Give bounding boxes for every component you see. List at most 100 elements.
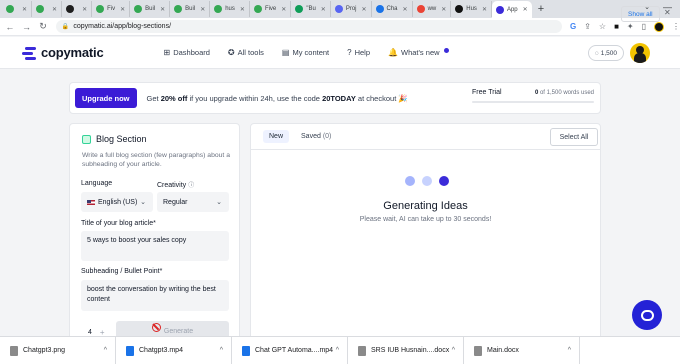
chat-icon — [640, 309, 654, 321]
creativity-value: Regular — [163, 198, 188, 206]
download-item[interactable]: Chat GPT Automa....mp4 ^ — [232, 336, 348, 364]
tab-close-icon[interactable]: ✕ — [52, 6, 57, 13]
creativity-select[interactable]: Regular ⌄ — [157, 192, 229, 212]
article-title-input[interactable]: 5 ways to boost your sales copy — [81, 231, 229, 261]
browser-tab[interactable]: ww ✕ — [413, 1, 452, 17]
chevron-up-icon[interactable]: ^ — [104, 347, 107, 354]
profile-avatar[interactable] — [654, 21, 665, 32]
reload-icon[interactable]: ↻ — [36, 21, 50, 32]
nav-whats-new[interactable]: 🔔 What's new — [388, 48, 449, 57]
subheading-label: Subheading / Bullet Point* — [81, 268, 163, 275]
browser-tab[interactable]: Proj ✕ — [331, 1, 372, 17]
bookmark-star-icon[interactable]: ☆ — [599, 22, 606, 31]
tab-close-icon[interactable]: ✕ — [361, 6, 366, 13]
language-select[interactable]: English (US) ⌄ — [81, 192, 153, 212]
browser-tab[interactable]: Hus ✕ — [451, 1, 492, 17]
browser-tab[interactable]: Buil ✕ — [130, 1, 171, 17]
browser-tab[interactable]: "Bu ✕ — [291, 1, 331, 17]
copymatic-logo[interactable]: copymatic — [22, 45, 104, 60]
nav-dashboard[interactable]: ⊞ Dashboard — [164, 48, 210, 57]
browser-tab[interactable]: Fiv ✕ — [92, 1, 131, 17]
nav-all-tools[interactable]: ✪ All tools — [228, 48, 264, 57]
tab-favicon-icon — [253, 5, 262, 13]
share-icon[interactable]: ⇪ — [584, 22, 591, 31]
app-header: copymatic ⊞ Dashboard ✪ All tools ▤ My c… — [0, 37, 680, 69]
tab-close-icon[interactable]: ✕ — [281, 6, 286, 13]
chevron-up-icon[interactable]: ^ — [452, 347, 455, 354]
tab-close-icon[interactable]: ✕ — [482, 6, 487, 13]
upgrade-now-button[interactable]: Upgrade now — [75, 88, 137, 108]
promo-text: Get 20% off if you upgrade within 24h, u… — [147, 94, 408, 103]
new-tab-button[interactable]: + — [532, 3, 550, 15]
download-item[interactable]: Main.docx ^ — [464, 336, 580, 364]
nav-help-label: Help — [354, 48, 371, 57]
tab-close-icon[interactable]: ✕ — [523, 6, 528, 13]
download-filename: Chatgpt3.png — [23, 347, 66, 354]
google-icon[interactable]: G — [570, 22, 576, 31]
tab-close-icon[interactable]: ✕ — [82, 6, 87, 13]
show-all-button[interactable]: Show all — [621, 6, 660, 22]
promo-banner: Upgrade now Get 20% off if you upgrade w… — [69, 82, 601, 114]
info-icon[interactable]: ⓘ — [188, 183, 194, 189]
browser-tab[interactable]: hus ✕ — [210, 1, 250, 17]
tab-label: ww — [427, 6, 437, 12]
chevron-up-icon[interactable]: ^ — [220, 347, 223, 354]
browser-tab[interactable]: Cha ✕ — [372, 1, 413, 17]
browser-tab[interactable]: ✕ — [2, 1, 33, 17]
chevron-up-icon[interactable]: ^ — [336, 347, 339, 354]
chevron-down-icon: ⌄ — [140, 199, 146, 206]
tab-close-icon[interactable]: ✕ — [200, 6, 205, 13]
url-input[interactable]: 🔒 copymatic.ai/app/blog-sections/ — [55, 20, 562, 33]
user-avatar[interactable] — [630, 43, 650, 63]
tab-favicon-icon — [295, 5, 304, 13]
grid-icon: ⊞ — [163, 48, 171, 57]
nav-help[interactable]: ? Help — [347, 48, 370, 57]
tab-favicon-icon — [174, 5, 183, 13]
nav-my-content[interactable]: ▤ My content — [282, 48, 329, 57]
forward-icon[interactable]: → — [20, 22, 34, 32]
tab-close-icon[interactable]: ✕ — [321, 6, 326, 13]
credits-value: 1,500 — [600, 49, 617, 57]
browser-tab[interactable]: Five ✕ — [250, 1, 292, 17]
tab-close-icon[interactable]: ✕ — [120, 6, 125, 13]
tab-close-icon[interactable]: ✕ — [22, 6, 27, 13]
chevron-down-icon: ⌄ — [216, 199, 222, 206]
bell-icon: 🔔 — [388, 48, 398, 57]
browser-tab[interactable]: App ✕ — [491, 1, 532, 18]
tab-close-icon[interactable]: ✕ — [160, 6, 165, 13]
close-icon[interactable]: ✕ — [664, 8, 671, 17]
subheading-input[interactable]: boost the conversation by writing the be… — [81, 280, 229, 311]
loading-dots — [405, 176, 449, 186]
blog-section-icon — [82, 134, 91, 144]
credits-badge[interactable]: ◌ 1,500 — [587, 45, 624, 61]
chevron-up-icon[interactable]: ^ — [568, 347, 571, 354]
browser-tab[interactable]: ✕ — [62, 1, 93, 17]
tab-close-icon[interactable]: ✕ — [403, 6, 408, 13]
tab-favicon-icon — [36, 5, 45, 13]
download-item[interactable]: Chatgpt3.mp4 ^ — [116, 336, 232, 364]
browser-tab[interactable]: ✕ — [32, 1, 63, 17]
tools-icon: ✪ — [227, 48, 235, 57]
puzzle-icon[interactable]: ✦ — [627, 22, 634, 31]
tab-favicon-icon — [334, 5, 343, 13]
select-all-button[interactable]: Select All — [550, 128, 598, 146]
extension-icon[interactable]: ■ — [614, 22, 619, 31]
tab-saved[interactable]: Saved (0) — [295, 130, 337, 143]
tab-close-icon[interactable]: ✕ — [441, 6, 446, 13]
tab-favicon-icon — [214, 5, 223, 13]
file-icon — [126, 345, 134, 356]
chat-widget-button[interactable] — [632, 300, 662, 330]
promo-suffix: at checkout — [355, 93, 397, 103]
download-filename: Main.docx — [487, 347, 519, 354]
download-filename: SRS IUB Husnain....docx — [371, 347, 450, 354]
sidebar-icon[interactable]: ▯ — [642, 22, 646, 31]
browser-tab[interactable]: Buil ✕ — [170, 1, 211, 17]
tab-close-icon[interactable]: ✕ — [240, 6, 245, 13]
back-icon[interactable]: ← — [3, 22, 17, 32]
tab-favicon-icon — [66, 5, 75, 13]
download-item[interactable]: SRS IUB Husnain....docx ^ — [348, 336, 464, 364]
download-item[interactable]: Chatgpt3.png ^ — [0, 336, 116, 364]
menu-dots-icon[interactable]: ⋮ — [672, 22, 680, 31]
nav-my-content-label: My content — [292, 48, 330, 57]
tab-new[interactable]: New — [263, 130, 290, 143]
